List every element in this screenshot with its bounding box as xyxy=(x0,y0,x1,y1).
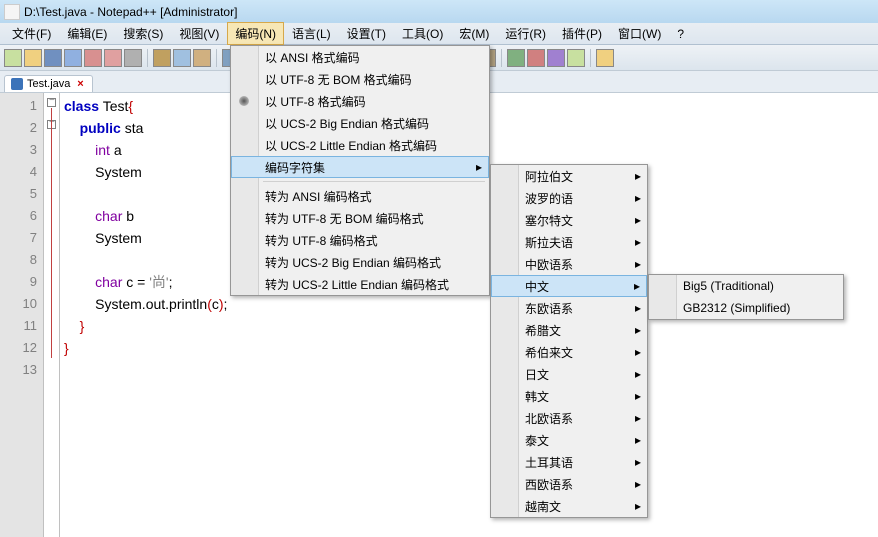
print-icon[interactable] xyxy=(124,49,142,67)
line-number-gutter: 12345678910111213 xyxy=(0,93,44,537)
menu-item[interactable]: 越南文▸ xyxy=(491,495,647,517)
menu-item[interactable]: 转为 UTF-8 编码格式 xyxy=(231,229,489,251)
fold-column xyxy=(44,93,60,537)
tab-filename: Test.java xyxy=(27,78,70,90)
menu-item[interactable]: 转为 ANSI 编码格式 xyxy=(231,185,489,207)
menu-item[interactable]: 编码字符集▸ xyxy=(231,156,489,178)
macro-record-icon[interactable] xyxy=(507,49,525,67)
open-file-icon[interactable] xyxy=(24,49,42,67)
close-all-icon[interactable] xyxy=(104,49,122,67)
file-type-icon xyxy=(11,78,23,90)
charset-submenu: 阿拉伯文▸波罗的语▸塞尔特文▸斯拉夫语▸中欧语系▸中文▸东欧语系▸希腊文▸希伯来… xyxy=(490,164,648,518)
close-tab-icon[interactable]: × xyxy=(74,78,86,90)
close-file-icon[interactable] xyxy=(84,49,102,67)
menu-item[interactable]: 阿拉伯文▸ xyxy=(491,165,647,187)
macro-replay-icon[interactable] xyxy=(547,49,565,67)
menu-2[interactable]: 搜索(S) xyxy=(115,22,171,45)
menu-6[interactable]: 设置(T) xyxy=(339,22,394,45)
menu-item[interactable]: 中欧语系▸ xyxy=(491,253,647,275)
menu-5[interactable]: 语言(L) xyxy=(284,22,339,45)
new-file-icon[interactable] xyxy=(4,49,22,67)
menubar: 文件(F)编辑(E)搜索(S)视图(V)编码(N)语言(L)设置(T)工具(O)… xyxy=(0,23,878,45)
titlebar: D:\Test.java - Notepad++ [Administrator] xyxy=(0,0,878,23)
file-tab[interactable]: Test.java × xyxy=(4,75,93,92)
menu-item[interactable]: 西欧语系▸ xyxy=(491,473,647,495)
menu-item[interactable]: 日文▸ xyxy=(491,363,647,385)
menu-item[interactable]: 东欧语系▸ xyxy=(491,297,647,319)
menu-0[interactable]: 文件(F) xyxy=(4,22,59,45)
menu-item[interactable]: 转为 UTF-8 无 BOM 编码格式 xyxy=(231,207,489,229)
menu-item[interactable]: 以 UTF-8 格式编码 xyxy=(231,90,489,112)
menu-item[interactable]: 以 UCS-2 Little Endian 格式编码 xyxy=(231,134,489,156)
menu-item[interactable]: 转为 UCS-2 Little Endian 编码格式 xyxy=(231,273,489,295)
menu-8[interactable]: 宏(M) xyxy=(451,22,497,45)
menu-12[interactable]: ? xyxy=(669,24,692,44)
macro-play-icon[interactable] xyxy=(527,49,545,67)
copy-icon[interactable] xyxy=(173,49,191,67)
menu-item[interactable]: 泰文▸ xyxy=(491,429,647,451)
menu-item[interactable]: 波罗的语▸ xyxy=(491,187,647,209)
menu-4[interactable]: 编码(N) xyxy=(227,22,284,45)
menu-item[interactable]: 以 ANSI 格式编码 xyxy=(231,46,489,68)
app-icon xyxy=(4,4,20,20)
save-all-icon[interactable] xyxy=(64,49,82,67)
menu-item[interactable]: 希腊文▸ xyxy=(491,319,647,341)
menu-item[interactable]: 以 UCS-2 Big Endian 格式编码 xyxy=(231,112,489,134)
fold-guide xyxy=(51,108,52,358)
menu-item[interactable]: 斯拉夫语▸ xyxy=(491,231,647,253)
menu-item[interactable]: Big5 (Traditional) xyxy=(649,275,843,297)
fold-toggle[interactable] xyxy=(47,98,56,107)
menu-item[interactable]: 转为 UCS-2 Big Endian 编码格式 xyxy=(231,251,489,273)
cut-icon[interactable] xyxy=(153,49,171,67)
bold-h-icon[interactable] xyxy=(596,49,614,67)
menu-item[interactable]: GB2312 (Simplified) xyxy=(649,297,843,319)
encoding-menu: 以 ANSI 格式编码以 UTF-8 无 BOM 格式编码以 UTF-8 格式编… xyxy=(230,45,490,296)
chinese-encoding-submenu: Big5 (Traditional)GB2312 (Simplified) xyxy=(648,274,844,320)
menu-item[interactable]: 韩文▸ xyxy=(491,385,647,407)
menu-item[interactable]: 塞尔特文▸ xyxy=(491,209,647,231)
menu-3[interactable]: 视图(V) xyxy=(171,22,227,45)
menu-item[interactable]: 北欧语系▸ xyxy=(491,407,647,429)
menu-7[interactable]: 工具(O) xyxy=(394,22,451,45)
menu-item[interactable]: 希伯来文▸ xyxy=(491,341,647,363)
menu-1[interactable]: 编辑(E) xyxy=(59,22,115,45)
code-content[interactable]: class Test{ public sta { int a System ch… xyxy=(60,93,245,537)
menu-10[interactable]: 插件(P) xyxy=(554,22,610,45)
window-title: D:\Test.java - Notepad++ [Administrator] xyxy=(24,5,237,19)
paste-icon[interactable] xyxy=(193,49,211,67)
menu-9[interactable]: 运行(R) xyxy=(497,22,554,45)
menu-item[interactable]: 中文▸ xyxy=(491,275,647,297)
menu-11[interactable]: 窗口(W) xyxy=(610,22,669,45)
macro-save-icon[interactable] xyxy=(567,49,585,67)
menu-item[interactable]: 土耳其语▸ xyxy=(491,451,647,473)
save-file-icon[interactable] xyxy=(44,49,62,67)
menu-item[interactable]: 以 UTF-8 无 BOM 格式编码 xyxy=(231,68,489,90)
